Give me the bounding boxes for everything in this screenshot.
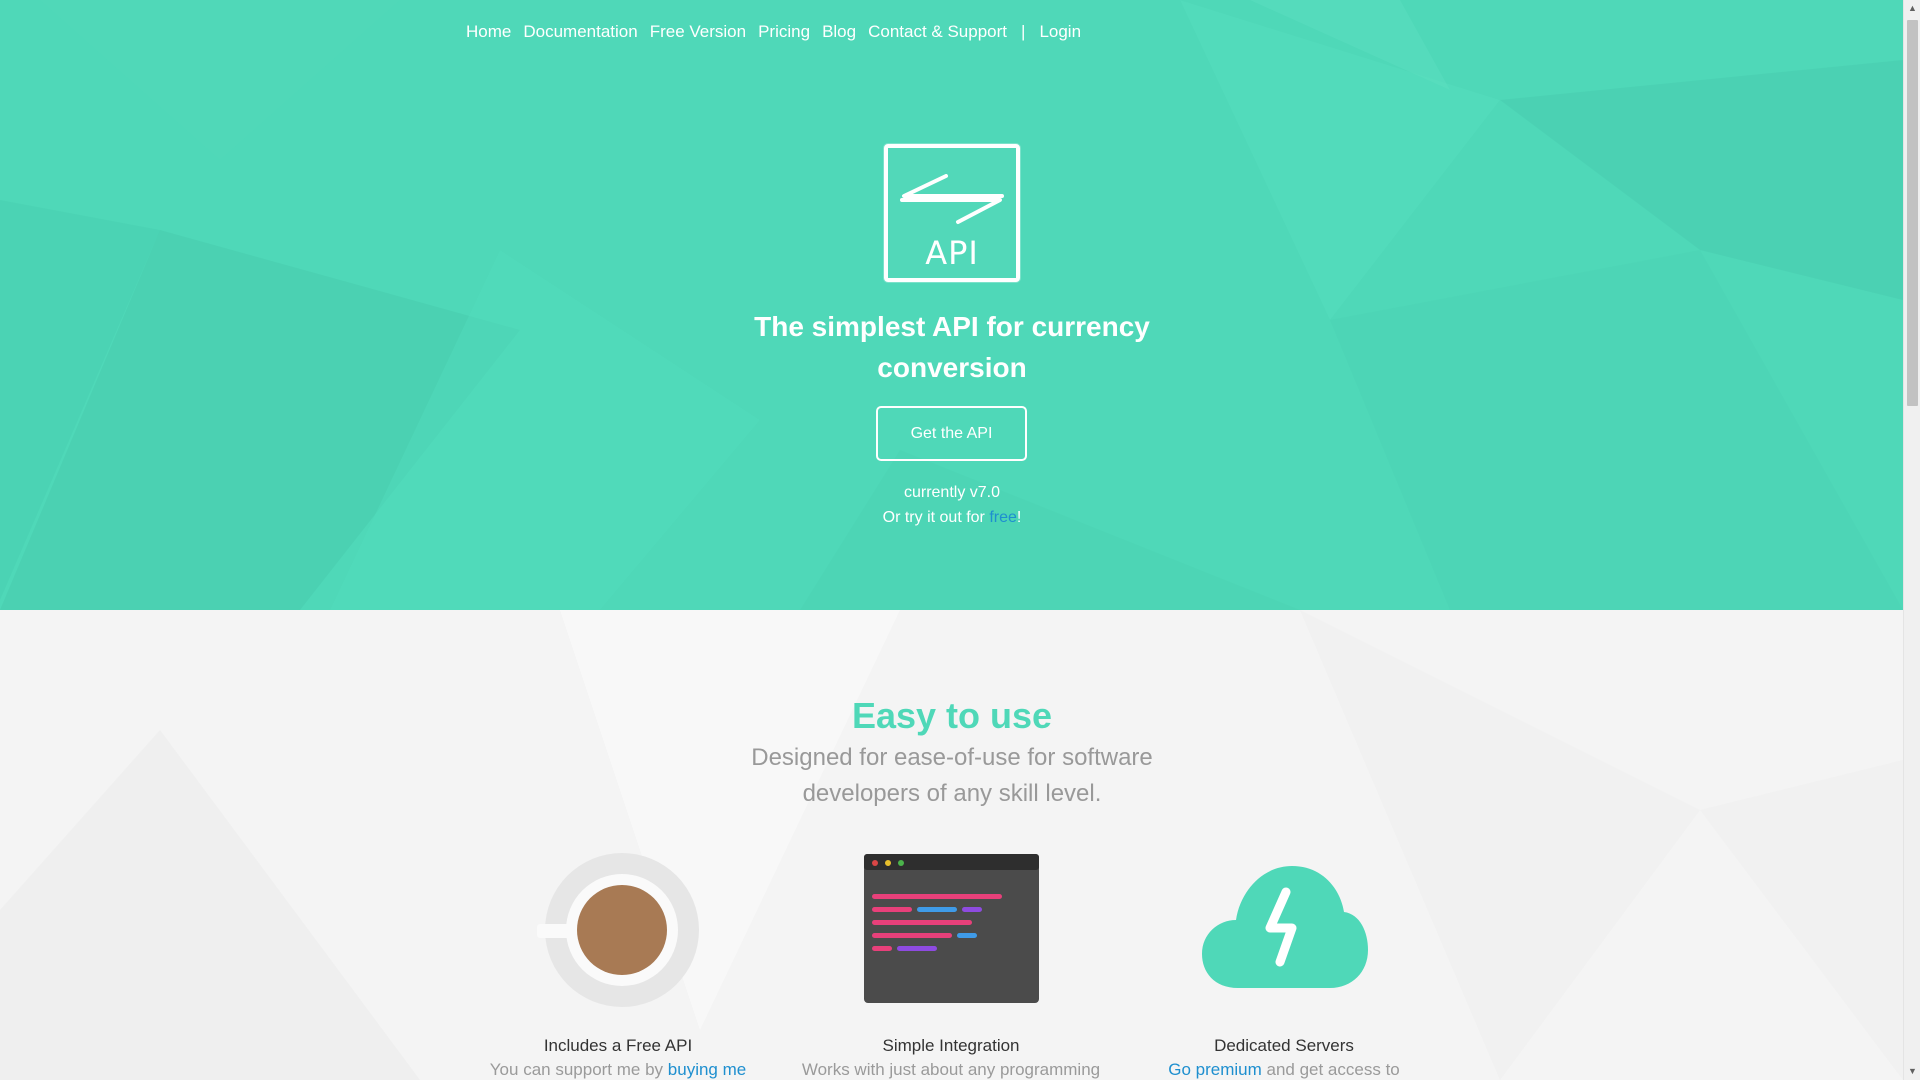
feature-free-api-desc: You can support me by buying me [458, 1060, 778, 1080]
scrollbar-thumb[interactable] [1907, 20, 1918, 406]
cloud-lightning-icon [1202, 866, 1368, 988]
page: Home Documentation Free Version Pricing … [0, 0, 1903, 1080]
nav-blog-link[interactable]: Blog [822, 22, 856, 42]
hero-section: Home Documentation Free Version Pricing … [0, 0, 1903, 610]
coffee-cup-icon [537, 853, 699, 1007]
version-text: currently v7.0 [903, 484, 1001, 501]
top-nav: Home Documentation Free Version Pricing … [466, 22, 1093, 42]
features-section: Easy to use Designed for ease-of-use for… [0, 610, 1903, 1080]
feature-servers-desc-suffix: and get access to [1261, 1060, 1400, 1079]
nav-pricing-link[interactable]: Pricing [758, 22, 810, 42]
feature-integration-title: Simple Integration [882, 1036, 1020, 1055]
feature-free-api-title: Includes a Free API [543, 1036, 693, 1055]
features-title: Easy to use [851, 695, 1053, 736]
nav-separator: | [1021, 22, 1026, 41]
features-subtitle: Designed for ease-of-use for software de… [751, 744, 1153, 807]
try-free-prefix: Or try it out for [882, 509, 990, 526]
scroll-down-arrow-icon[interactable]: ▼ [1904, 1063, 1920, 1080]
try-free-link[interactable]: free [989, 509, 1017, 526]
code-editor-icon [864, 854, 1039, 1003]
go-premium-link[interactable]: Go premium [1168, 1060, 1262, 1079]
vertical-scrollbar[interactable]: ▲ ▼ [1903, 0, 1920, 1080]
feature-free-api-desc-prefix: You can support me by [489, 1060, 668, 1079]
hero-tagline: The simplest API for currency conversion [754, 311, 1150, 383]
feature-servers-title: Dedicated Servers [1214, 1036, 1354, 1055]
nav-contact-support-link[interactable]: Contact & Support [868, 22, 1007, 42]
nav-home-link[interactable]: Home [466, 22, 511, 42]
api-logo: API [884, 144, 1020, 282]
get-api-button[interactable]: Get the API [876, 406, 1027, 461]
try-free-text: Or try it out for free! [700, 509, 1204, 527]
nav-free-version-link[interactable]: Free Version [650, 22, 746, 42]
logo-text: API [925, 234, 979, 272]
scroll-up-arrow-icon[interactable]: ▲ [1904, 0, 1920, 17]
features-background-pattern [0, 610, 1903, 1080]
feature-integration-desc: Works with just about any programming [801, 1060, 1101, 1079]
nav-login-link[interactable]: Login [1039, 22, 1081, 42]
exchange-arrows-icon [900, 174, 1004, 224]
nav-documentation-link[interactable]: Documentation [523, 22, 637, 42]
try-free-suffix: ! [1016, 509, 1022, 526]
feature-servers-desc: Go premium and get access to [1124, 1060, 1444, 1080]
buy-me-link[interactable]: buying me [668, 1060, 746, 1079]
